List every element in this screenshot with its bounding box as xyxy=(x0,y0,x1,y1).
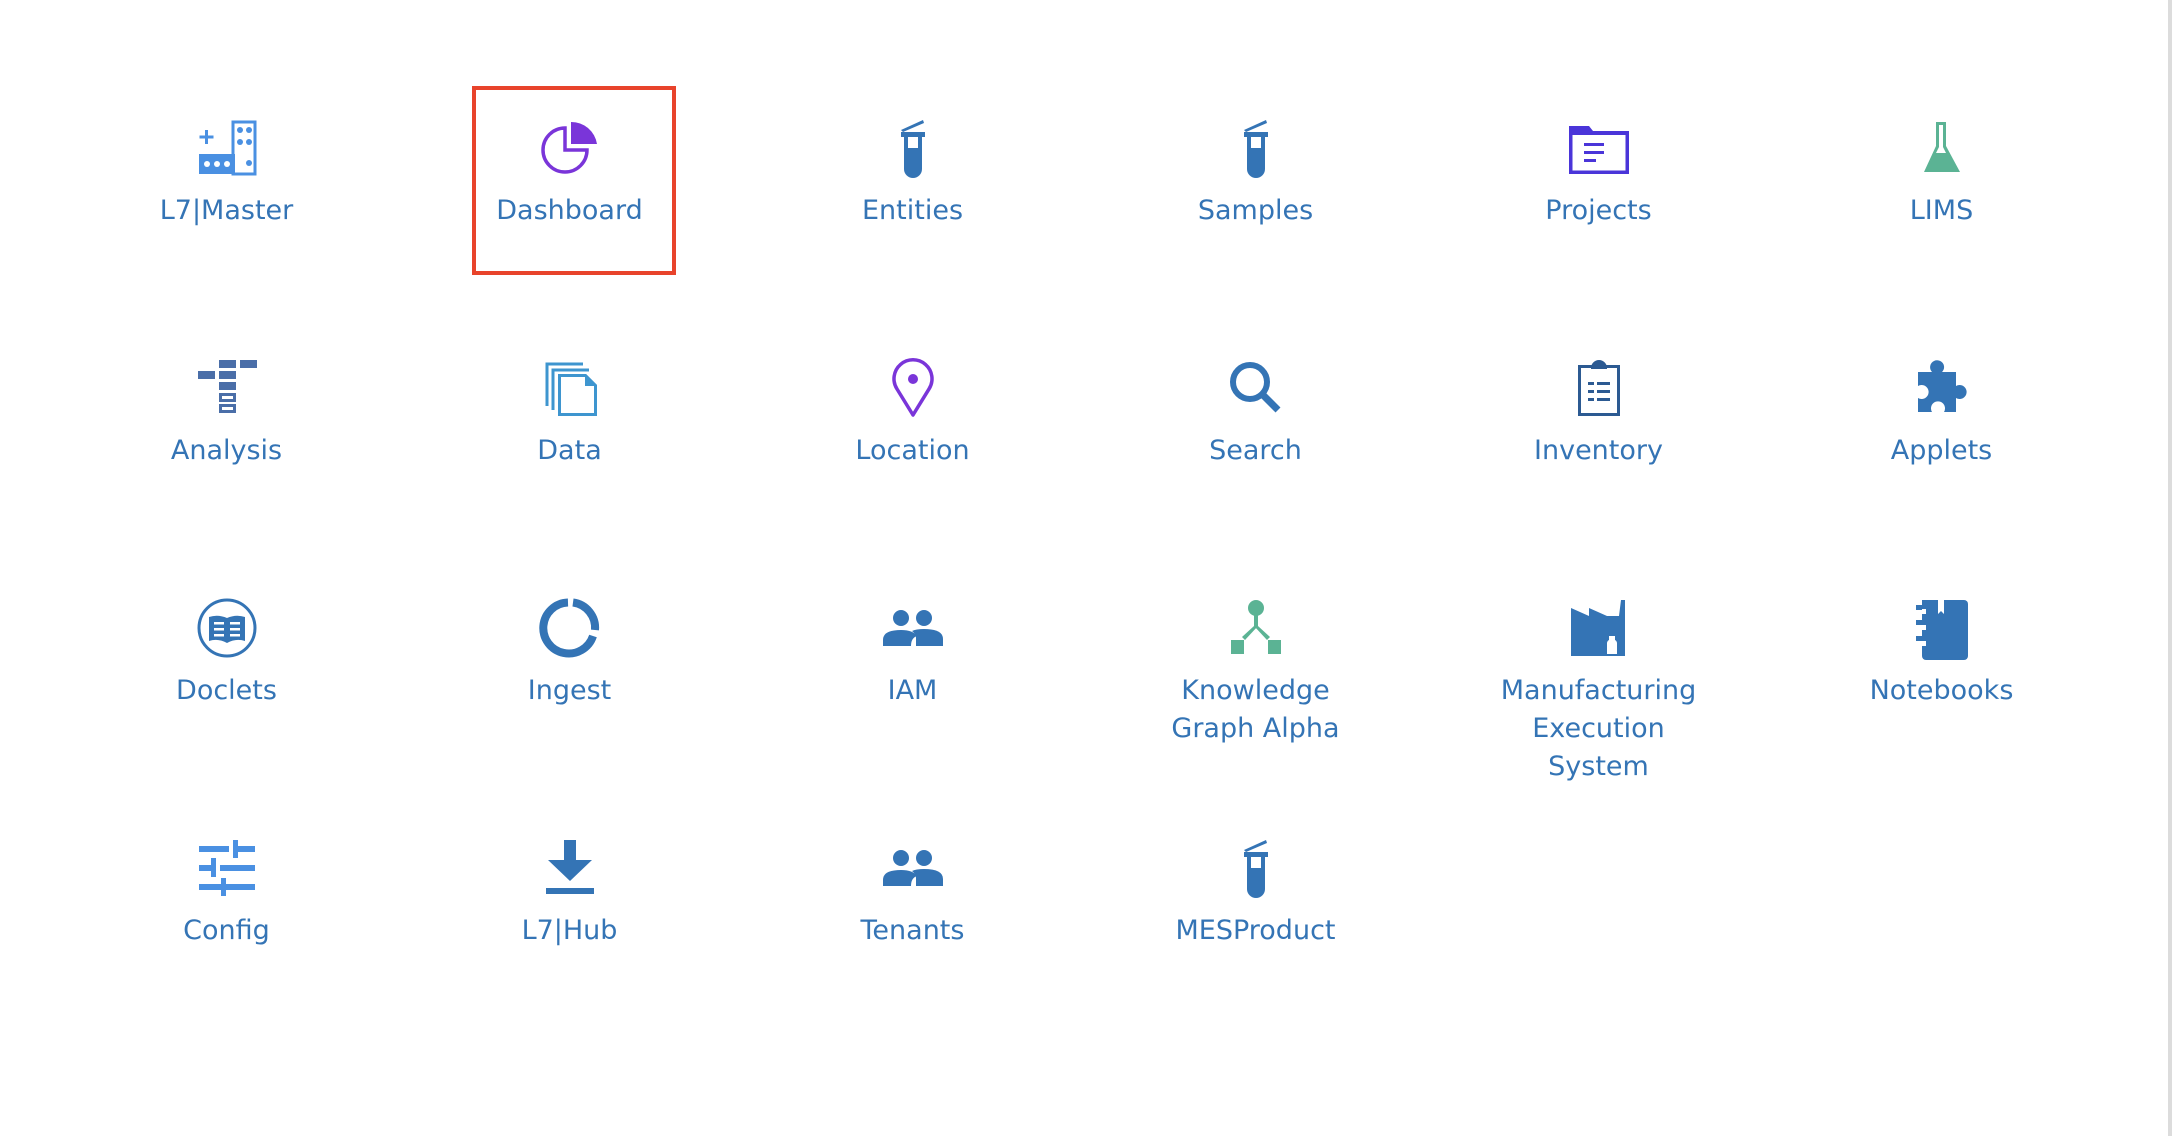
app-tile-entities[interactable]: Entities xyxy=(741,96,1084,336)
app-label: Dashboard xyxy=(496,195,643,226)
app-tile-samples[interactable]: Samples xyxy=(1084,96,1427,336)
notebook-icon xyxy=(1910,596,1974,660)
sliders-icon xyxy=(195,836,259,900)
app-label: LIMS xyxy=(1909,195,1974,226)
app-label: Samples xyxy=(1197,195,1314,226)
stacked-files-icon xyxy=(538,356,602,420)
app-label: Applets xyxy=(1890,435,1993,466)
app-label: Tenants xyxy=(860,915,965,946)
magnifier-icon xyxy=(1224,356,1288,420)
app-label: Projects xyxy=(1545,195,1652,226)
book-circle-icon xyxy=(195,596,259,660)
app-label: Data xyxy=(537,435,602,466)
app-tile-knowledge-graph-alpha[interactable]: Knowledge Graph Alpha xyxy=(1084,576,1427,816)
factory-icon xyxy=(1567,596,1631,660)
app-label: Manufacturing Execution System xyxy=(1500,675,1697,782)
tree-blocks-icon xyxy=(195,356,259,420)
test-tube-icon xyxy=(1224,116,1288,180)
map-pin-icon xyxy=(881,356,945,420)
app-tile-config[interactable]: Config xyxy=(55,816,398,1056)
app-label: Notebooks xyxy=(1869,675,2014,706)
ring-segment-icon xyxy=(538,596,602,660)
app-tile-analysis[interactable]: Analysis xyxy=(55,336,398,576)
graph-nodes-icon xyxy=(1224,596,1288,660)
app-label: Inventory xyxy=(1534,435,1663,466)
app-tile-lims[interactable]: LIMS xyxy=(1770,96,2113,336)
app-tile-l7-master[interactable]: L7|Master xyxy=(55,96,398,336)
app-tile-projects[interactable]: Projects xyxy=(1427,96,1770,336)
app-tile-mesproduct[interactable]: MESProduct xyxy=(1084,816,1427,1056)
app-label: IAM xyxy=(887,675,938,706)
app-tile-data[interactable]: Data xyxy=(398,336,741,576)
app-tile-manufacturing-execution-system[interactable]: Manufacturing Execution System xyxy=(1427,576,1770,816)
users-icon xyxy=(881,836,945,900)
clipboard-list-icon xyxy=(1567,356,1631,420)
app-label: Ingest xyxy=(527,675,612,706)
app-tile-dashboard[interactable]: Dashboard xyxy=(398,96,741,336)
app-label: Doclets xyxy=(176,675,277,706)
app-tile-ingest[interactable]: Ingest xyxy=(398,576,741,816)
app-tile-location[interactable]: Location xyxy=(741,336,1084,576)
app-label: Knowledge Graph Alpha xyxy=(1171,675,1340,744)
app-launcher-grid: L7|Master Dashboard Entities Samples Pro… xyxy=(55,96,2113,1056)
app-label: MESProduct xyxy=(1175,915,1336,946)
download-icon xyxy=(538,836,602,900)
scrollbar-edge xyxy=(2168,0,2172,1136)
app-tile-applets[interactable]: Applets xyxy=(1770,336,2113,576)
building-grid-icon xyxy=(195,116,259,180)
app-label: Analysis xyxy=(170,435,283,466)
app-label: Entities xyxy=(861,195,964,226)
app-tile-l7-hub[interactable]: L7|Hub xyxy=(398,816,741,1056)
app-tile-inventory[interactable]: Inventory xyxy=(1427,336,1770,576)
pie-chart-icon xyxy=(538,116,602,180)
app-label: Location xyxy=(855,435,970,466)
test-tube-icon xyxy=(1224,836,1288,900)
app-label: L7|Master xyxy=(159,195,294,226)
app-tile-doclets[interactable]: Doclets xyxy=(55,576,398,816)
app-label: Search xyxy=(1209,435,1302,466)
app-tile-search[interactable]: Search xyxy=(1084,336,1427,576)
puzzle-piece-icon xyxy=(1910,356,1974,420)
flask-icon xyxy=(1910,116,1974,180)
users-icon xyxy=(881,596,945,660)
app-label: L7|Hub xyxy=(521,915,618,946)
app-tile-iam[interactable]: IAM xyxy=(741,576,1084,816)
test-tube-icon xyxy=(881,116,945,180)
app-tile-notebooks[interactable]: Notebooks xyxy=(1770,576,2113,816)
folder-list-icon xyxy=(1567,116,1631,180)
app-label: Config xyxy=(183,915,270,946)
app-tile-tenants[interactable]: Tenants xyxy=(741,816,1084,1056)
